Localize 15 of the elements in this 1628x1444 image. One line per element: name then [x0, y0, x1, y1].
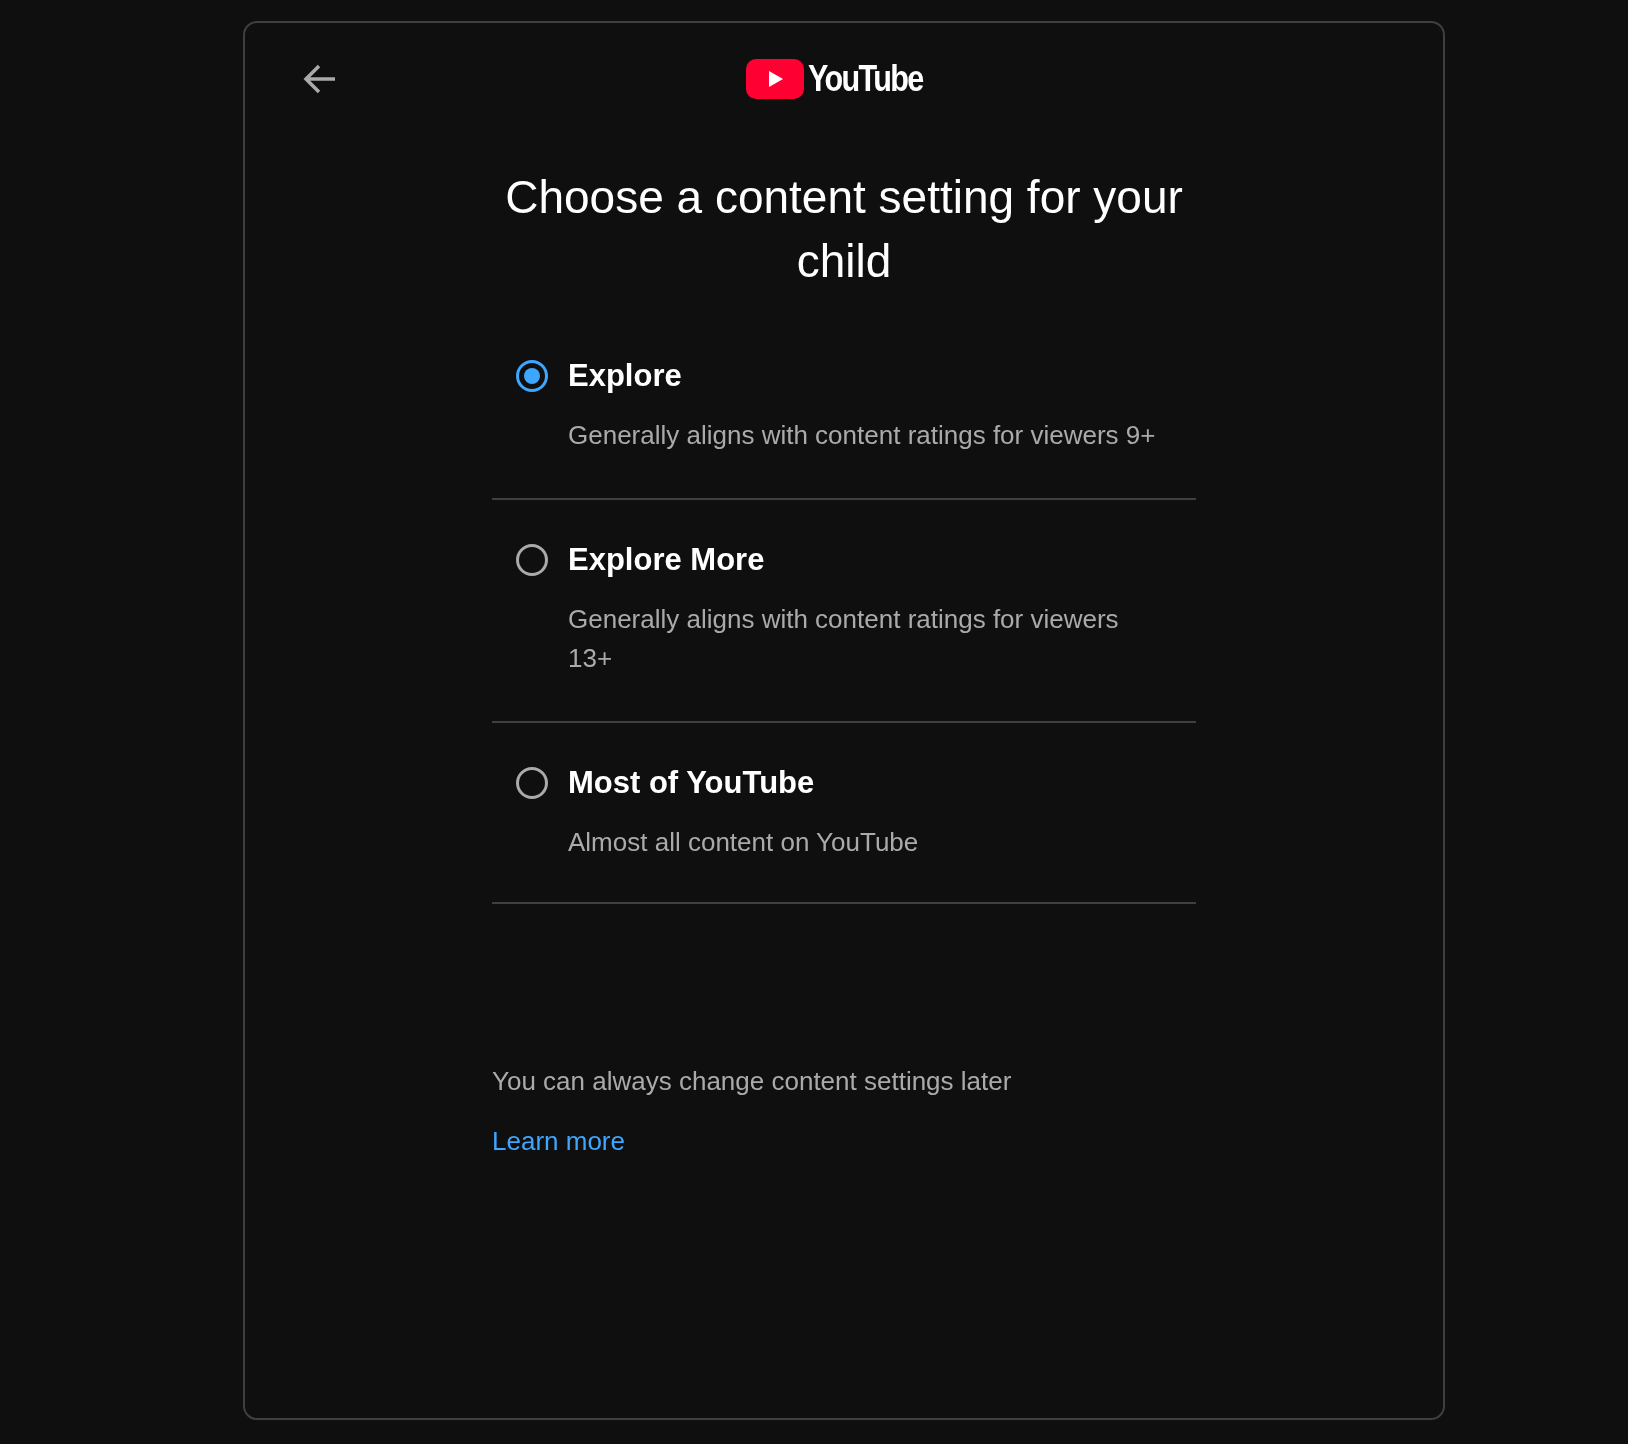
- radio-button[interactable]: [516, 767, 548, 799]
- logo-text: YouTube: [807, 59, 923, 99]
- option-description: Generally aligns with content ratings for viewers 9+: [568, 419, 1157, 452]
- option-label[interactable]: Explore More: [568, 540, 765, 580]
- page-title: Choose a content setting for your child: [504, 170, 1184, 289]
- play-logo-icon: [745, 59, 804, 99]
- learn-more-link[interactable]: Learn more: [492, 1122, 625, 1160]
- option-description: Generally aligns with content ratings for viewers 13+: [568, 603, 1120, 675]
- option-description: Almost all content on YouTube: [568, 826, 920, 859]
- radio-button[interactable]: [516, 544, 548, 576]
- radio-button[interactable]: [516, 360, 548, 392]
- note-text: You can always change content settings later: [492, 1065, 1012, 1098]
- option-label[interactable]: Most of YouTube: [568, 763, 815, 803]
- back-icon: [303, 64, 337, 94]
- option-label[interactable]: Explore: [568, 356, 682, 396]
